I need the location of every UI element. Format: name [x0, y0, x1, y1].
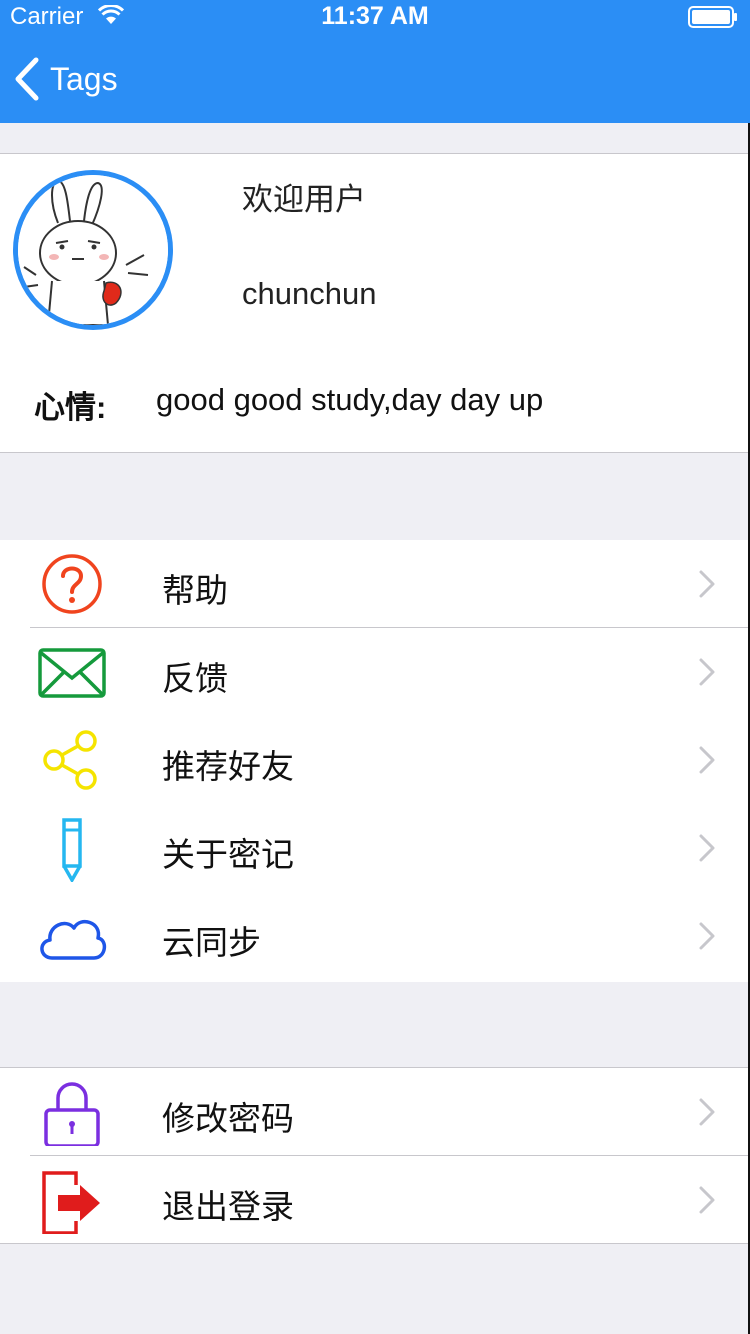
mood-label: 心情: [34, 390, 107, 425]
menu-item-cloud-sync[interactable]: 云同步 [0, 892, 748, 980]
mail-icon [38, 648, 106, 698]
menu-item-logout[interactable]: 退出登录 [0, 1156, 748, 1244]
logout-icon [42, 1171, 100, 1234]
menu-item-recommend[interactable]: 推荐好友 [0, 716, 748, 804]
menu-group-account: 修改密码 退出登录 [0, 1067, 748, 1244]
chevron-right-icon [699, 922, 715, 950]
menu-item-change-password[interactable]: 修改密码 [0, 1068, 748, 1156]
pen-icon [62, 818, 82, 882]
help-icon [42, 554, 102, 614]
rabbit-avatar-image [18, 175, 168, 325]
status-bar: Carrier 11:37 AM [0, 0, 750, 40]
menu-item-about[interactable]: 关于密记 [0, 804, 748, 892]
menu-item-label: 反馈 [162, 660, 228, 697]
avatar[interactable] [13, 170, 173, 330]
menu-item-label: 关于密记 [162, 836, 294, 873]
chevron-right-icon [699, 746, 715, 774]
chevron-right-icon [699, 658, 715, 686]
cloud-icon [40, 919, 107, 960]
back-button[interactable]: Tags [12, 54, 142, 104]
username-label: chunchun [242, 276, 377, 311]
menu-group-main: 帮助 反馈 推荐好友 关于密记 云同步 [0, 540, 748, 982]
menu-item-label: 推荐好友 [162, 748, 294, 785]
menu-item-feedback[interactable]: 反馈 [0, 628, 748, 716]
menu-item-label: 云同步 [162, 924, 261, 961]
chevron-right-icon [699, 834, 715, 862]
chevron-left-icon [15, 57, 39, 101]
welcome-label: 欢迎用户 [242, 182, 366, 217]
share-icon [43, 730, 97, 790]
chevron-right-icon [699, 1098, 715, 1126]
menu-item-help[interactable]: 帮助 [0, 540, 748, 628]
status-time: 11:37 AM [321, 2, 429, 30]
menu-item-label: 修改密码 [162, 1100, 294, 1137]
chevron-right-icon [699, 570, 715, 598]
chevron-right-icon [699, 1186, 715, 1214]
battery-icon [688, 6, 737, 28]
menu-item-label: 退出登录 [162, 1188, 294, 1225]
profile-card: 欢迎用户 chunchun 心情: good good study,day da… [0, 153, 748, 453]
lock-icon [44, 1082, 100, 1146]
menu-item-label: 帮助 [162, 572, 228, 609]
mood-text: good good study,day day up [156, 382, 544, 417]
back-button-label: Tags [50, 60, 118, 97]
navigation-bar: Carrier 11:37 AM Tags [0, 0, 750, 123]
